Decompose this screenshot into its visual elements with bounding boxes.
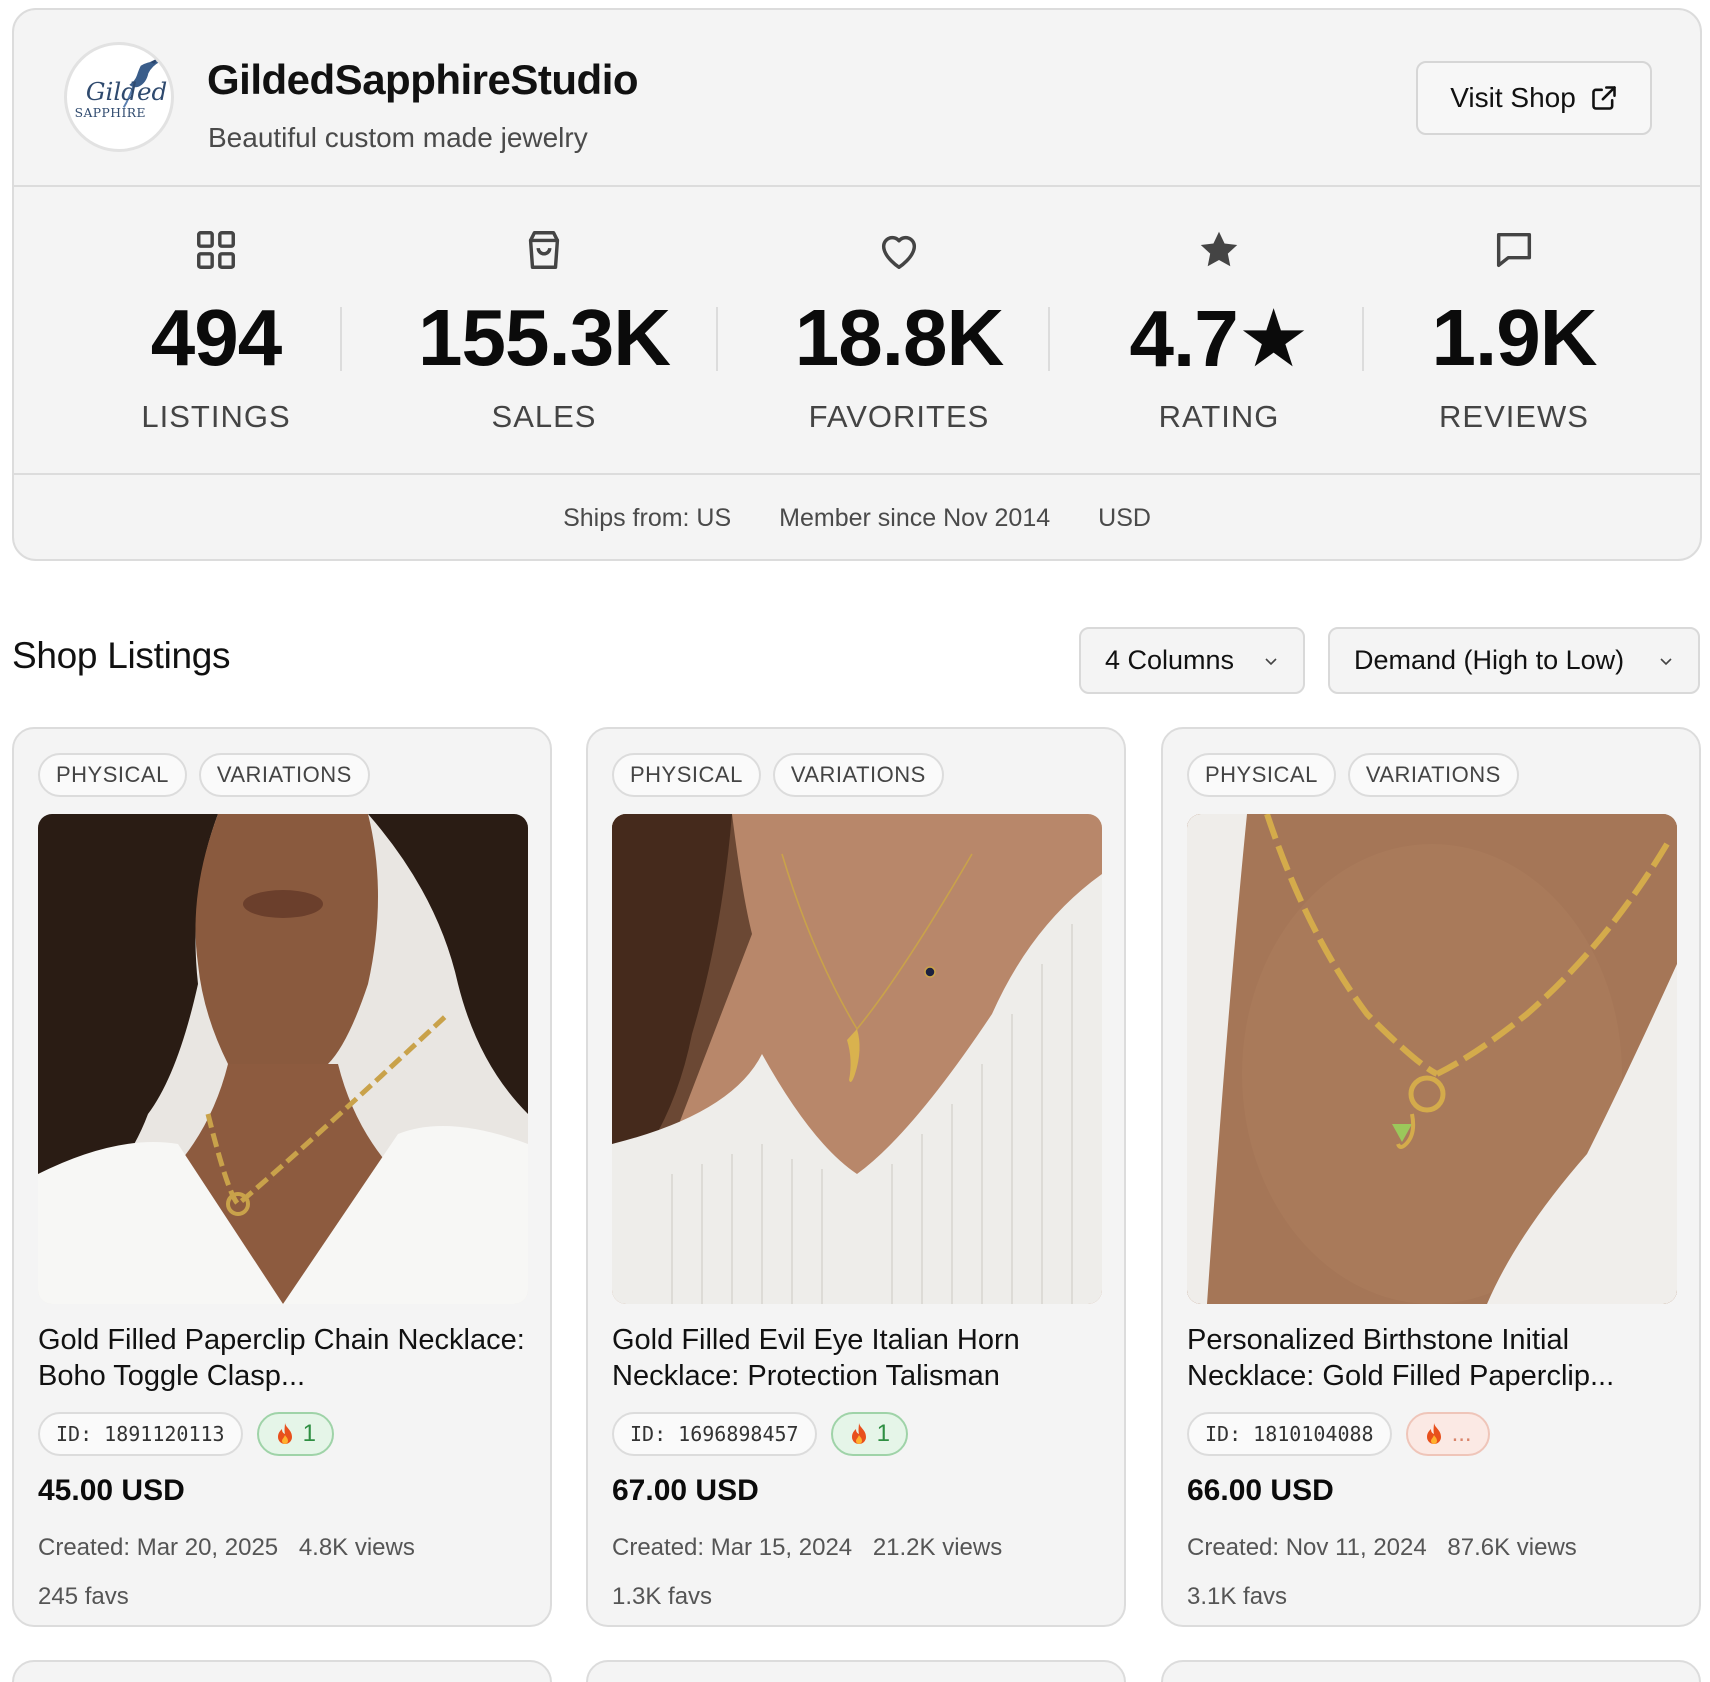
stat-sales: 155.3K SALES	[394, 187, 694, 475]
sort-select[interactable]: Demand (High to Low)	[1328, 627, 1700, 694]
stat-rating: 4.7★ RATING	[1094, 187, 1344, 475]
flame-icon	[1426, 1423, 1441, 1444]
listing-image[interactable]	[612, 814, 1102, 1304]
listing-title[interactable]: Gold Filled Evil Eye Italian Horn Neckla…	[612, 1322, 1107, 1394]
shop-stats: 494 LISTINGS 155.3K SALES 18.8K FAVORITE…	[14, 187, 1700, 475]
ships-from: Ships from: US	[563, 503, 732, 532]
demand-badge: ...	[1405, 1412, 1490, 1456]
listing-created: Created: Nov 11, 2024	[1187, 1534, 1427, 1561]
listing-tags: PHYSICAL VARIATIONS	[38, 753, 370, 797]
stat-value: 4.7★	[1129, 294, 1310, 383]
visit-shop-button[interactable]: Visit Shop	[1416, 61, 1652, 135]
listing-image[interactable]	[38, 814, 528, 1304]
listing-price: 45.00 USD	[38, 1474, 185, 1507]
stat-label: RATING	[1158, 399, 1280, 434]
stat-value: 1.9K	[1431, 293, 1598, 382]
listing-views: 87.6K views	[1447, 1534, 1577, 1561]
member-since: Member since Nov 2014	[779, 503, 1051, 532]
stat-label: SALES	[491, 399, 597, 434]
shopping-bag-icon	[528, 231, 560, 269]
listing-image[interactable]	[1187, 814, 1677, 1304]
listing-stats: Created: Mar 15, 2024 21.2K views 1.3K f…	[612, 1523, 1112, 1621]
stat-divider	[716, 307, 718, 371]
external-link-icon	[1591, 86, 1616, 110]
listing-favs: 1.3K favs	[612, 1583, 713, 1610]
listing-created: Created: Mar 20, 2025	[38, 1534, 279, 1561]
sort-select-value: Demand (High to Low)	[1354, 645, 1625, 675]
shop-logo: Gilded SAPPHIRE	[64, 42, 174, 152]
stat-divider	[340, 307, 342, 371]
listings-title: Shop Listings	[12, 635, 231, 676]
stat-label: FAVORITES	[808, 399, 990, 434]
listing-views: 4.8K views	[298, 1534, 415, 1561]
demand-badge: 1	[256, 1412, 334, 1456]
demand-value: 1	[302, 1420, 316, 1447]
shop-name: GildedSapphireStudio	[207, 56, 639, 103]
demand-value: ...	[1451, 1420, 1472, 1447]
flame-icon	[277, 1423, 292, 1444]
stat-divider	[1362, 307, 1364, 371]
listing-stats: Created: Mar 20, 2025 4.8K views 245 fav…	[38, 1523, 538, 1621]
listing-card-partial[interactable]	[1161, 1660, 1701, 1682]
listing-views: 21.2K views	[872, 1534, 1003, 1561]
tag-physical: PHYSICAL	[1187, 753, 1336, 797]
listing-tags: PHYSICAL VARIATIONS	[612, 753, 944, 797]
listing-created: Created: Mar 15, 2024	[612, 1534, 853, 1561]
listing-favs: 3.1K favs	[1187, 1583, 1288, 1610]
tag-physical: PHYSICAL	[612, 753, 761, 797]
grid-icon	[197, 231, 235, 269]
listing-price: 67.00 USD	[612, 1474, 759, 1507]
listing-card[interactable]: PHYSICAL VARIATIONS Gold Filled Papercli…	[12, 727, 552, 1627]
message-icon	[1496, 232, 1532, 268]
listing-card-partial[interactable]	[586, 1660, 1126, 1682]
stat-label: LISTINGS	[141, 399, 291, 434]
tag-physical: PHYSICAL	[38, 753, 187, 797]
stat-divider	[1048, 307, 1050, 371]
stat-reviews: 1.9K REVIEWS	[1394, 187, 1634, 475]
chevron-down-icon	[1265, 657, 1277, 665]
listing-card[interactable]: PHYSICAL VARIATIONS Personalized Birthst…	[1161, 727, 1701, 1627]
stat-value: 155.3K	[418, 293, 671, 382]
visit-shop-label: Visit Shop	[1450, 82, 1576, 113]
demand-badge: 1	[830, 1412, 908, 1456]
shop-summary-card: Gilded SAPPHIRE GildedSapphireStudio Bea…	[12, 8, 1702, 561]
heart-icon	[881, 235, 917, 269]
tag-variations: VARIATIONS	[198, 753, 370, 797]
shop-header: Gilded SAPPHIRE GildedSapphireStudio Bea…	[14, 10, 1700, 187]
columns-select[interactable]: 4 Columns	[1079, 627, 1305, 694]
listing-price: 66.00 USD	[1187, 1474, 1334, 1507]
chevron-down-icon	[1660, 657, 1672, 665]
listing-tags: PHYSICAL VARIATIONS	[1187, 753, 1519, 797]
svg-text:SAPPHIRE: SAPPHIRE	[75, 106, 146, 120]
listing-favs: 245 favs	[38, 1583, 129, 1610]
star-icon	[1200, 231, 1238, 267]
tag-variations: VARIATIONS	[1347, 753, 1519, 797]
currency: USD	[1098, 503, 1151, 532]
demand-value: 1	[876, 1420, 890, 1447]
listing-card-partial[interactable]	[12, 1660, 552, 1682]
listing-id-badge: ID: 1891120113	[38, 1412, 243, 1456]
stat-value: 494	[150, 293, 282, 382]
listing-badges: ID: 1810104088 ...	[1187, 1412, 1490, 1456]
svg-text:Gilded: Gilded	[86, 77, 167, 106]
columns-select-value: 4 Columns	[1105, 645, 1235, 675]
listing-title[interactable]: Personalized Birthstone Initial Necklace…	[1187, 1322, 1682, 1394]
stat-label: REVIEWS	[1439, 399, 1589, 434]
listing-badges: ID: 1891120113 1	[38, 1412, 334, 1456]
listing-title[interactable]: Gold Filled Paperclip Chain Necklace: Bo…	[38, 1322, 533, 1394]
shop-tagline: Beautiful custom made jewelry	[208, 122, 588, 153]
stat-value: 18.8K	[794, 293, 1004, 382]
listing-badges: ID: 1696898457 1	[612, 1412, 908, 1456]
listing-id-badge: ID: 1696898457	[612, 1412, 817, 1456]
shop-meta: Ships from: US Member since Nov 2014 USD	[14, 475, 1700, 559]
listing-card[interactable]: PHYSICAL VARIATIONS Gold Filled Evil Eye…	[586, 727, 1126, 1627]
tag-variations: VARIATIONS	[772, 753, 944, 797]
stat-favorites: 18.8K FAVORITES	[764, 187, 1034, 475]
listing-stats: Created: Nov 11, 2024 87.6K views 3.1K f…	[1187, 1523, 1687, 1621]
flame-icon	[851, 1423, 866, 1444]
stat-listings: 494 LISTINGS	[94, 187, 338, 475]
listing-id-badge: ID: 1810104088	[1187, 1412, 1392, 1456]
